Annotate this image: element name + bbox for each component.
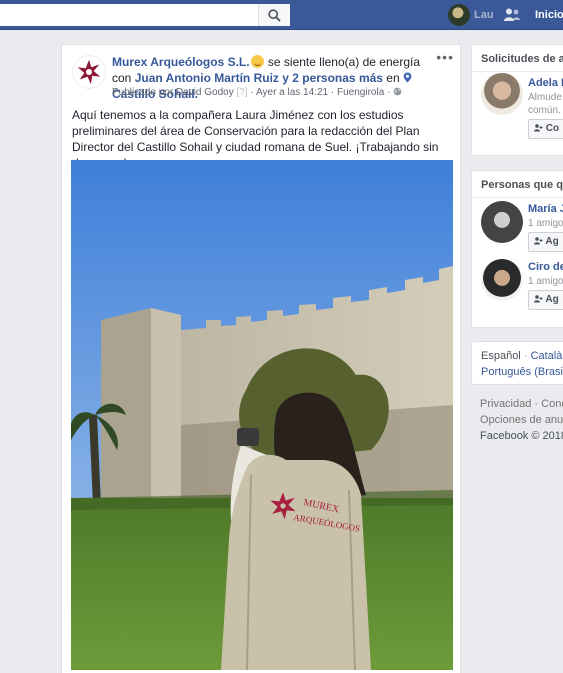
search-box[interactable]: [0, 4, 290, 26]
post-place[interactable]: Fuengirola: [337, 87, 384, 98]
people-panel-title[interactable]: Personas que qui: [472, 171, 563, 198]
meta-separator: ·: [250, 87, 254, 98]
author-link[interactable]: Murex Arqueólogos S.L.: [112, 55, 250, 69]
page-logo-icon[interactable]: [72, 55, 106, 89]
request-mutual-1: Almude: [528, 92, 562, 103]
person2-name[interactable]: Ciro de: [528, 261, 563, 273]
camera: [237, 428, 259, 446]
footer-ad-options[interactable]: Opciones de anun: [480, 412, 563, 428]
request-mutual-2: común.: [528, 105, 561, 116]
post-card: Murex Arqueólogos S.L. se siente lleno(a…: [61, 44, 461, 673]
footer-copyright: Facebook © 2018: [480, 430, 563, 442]
tagged-people-link[interactable]: Juan Antonio Martín Ruiz y 2 personas má…: [135, 71, 383, 85]
top-navigation-bar: Lau Inicio: [0, 0, 563, 30]
confirm-request-button[interactable]: Co: [528, 119, 563, 139]
person2-add-button[interactable]: Ag: [528, 290, 563, 310]
meta-badge: [?]: [236, 87, 248, 98]
lang-catala[interactable]: Català: [531, 350, 563, 362]
add-friend-icon: [534, 237, 543, 245]
lang-espanol[interactable]: Español: [481, 350, 521, 362]
location-pin-icon: [403, 72, 412, 83]
person2-add-label: Ag: [545, 294, 559, 305]
confirm-label: Co: [545, 123, 560, 134]
home-link[interactable]: Inicio: [535, 9, 563, 21]
published-by[interactable]: Publicado por David Godoy: [112, 87, 234, 98]
add-friend-icon: [534, 295, 543, 303]
person1-mutual: 1 amigo: [528, 218, 563, 229]
lang-separator: ·: [523, 350, 528, 362]
feeling-emoji-icon: [250, 55, 264, 68]
post-options-icon[interactable]: •••: [436, 49, 454, 65]
friend-requests-title[interactable]: Solicitudes de ami: [472, 45, 563, 72]
search-button[interactable]: [258, 4, 290, 26]
post-time[interactable]: Ayer a las 14:21: [256, 87, 328, 98]
lang-portugues[interactable]: Português (Brasil): [481, 366, 563, 378]
person1-add-button[interactable]: Ag: [528, 232, 563, 252]
request-avatar[interactable]: [481, 73, 523, 115]
post-photo[interactable]: MUREX ARQUEÓLOGOS: [71, 160, 453, 670]
friend-requests-panel: Solicitudes de ami Adela L Almude común.…: [471, 44, 563, 156]
add-friend-icon: [534, 124, 543, 132]
request-name[interactable]: Adela L: [528, 77, 563, 89]
globe-icon: [393, 87, 402, 96]
person2-mutual: 1 amigo: [528, 276, 563, 287]
meta-separator: ·: [330, 87, 335, 98]
people-you-may-know-panel: Personas que qui María J 1 amigo Ag Ciro…: [471, 170, 563, 328]
post-meta: Publicado por David Godoy [?] · Ayer a l…: [112, 87, 402, 98]
user-name-link[interactable]: Lau: [474, 9, 494, 21]
page-footer: Privacidad · Condi Opciones de anun Face…: [480, 396, 563, 444]
person1-avatar[interactable]: [481, 201, 523, 243]
person1-name[interactable]: María J: [528, 203, 563, 215]
search-icon: [268, 8, 281, 22]
meta-separator: ·: [387, 87, 391, 98]
footer-privacy-links[interactable]: Privacidad · Condi: [480, 396, 563, 412]
location-connector: en: [382, 71, 403, 85]
user-avatar[interactable]: [448, 4, 470, 26]
person1-add-label: Ag: [545, 236, 559, 247]
person-vest: [221, 454, 371, 670]
language-selector: Español · Català · Português (Brasil): [471, 341, 563, 385]
friend-requests-icon[interactable]: [503, 7, 521, 23]
person2-avatar[interactable]: [481, 259, 523, 301]
